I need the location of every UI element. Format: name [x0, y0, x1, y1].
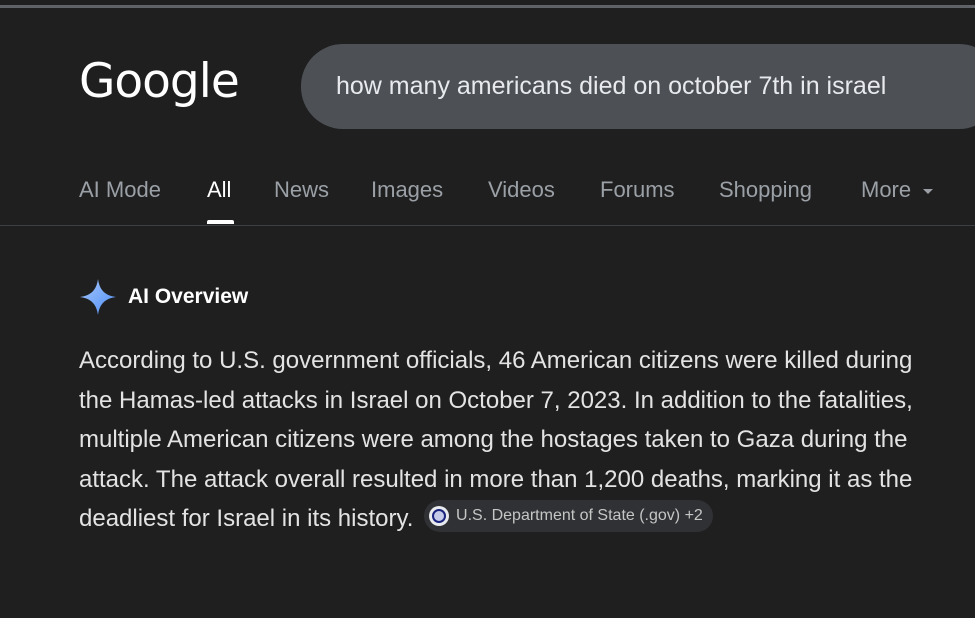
active-tab-indicator [207, 220, 234, 224]
tab-forums[interactable]: Forums [600, 177, 675, 203]
top-divider [0, 5, 975, 8]
ai-overview-title: AI Overview [128, 285, 249, 308]
tab-videos[interactable]: Videos [488, 177, 555, 203]
state-department-seal-icon [429, 506, 450, 526]
google-logo[interactable]: Google [79, 54, 240, 109]
caret-down-icon [923, 188, 934, 194]
tab-ai-mode[interactable]: AI Mode [79, 177, 161, 203]
ai-overview-text: According to U.S. government officials, … [79, 341, 949, 539]
tab-more[interactable]: More [861, 177, 934, 203]
search-tabs: AI Mode All News Images Videos Forums Sh… [0, 160, 975, 226]
tab-news[interactable]: News [274, 177, 329, 203]
tab-images[interactable]: Images [371, 177, 443, 203]
source-chip-label: U.S. Department of State (.gov) +2 [456, 507, 703, 525]
source-chip[interactable]: U.S. Department of State (.gov) +2 [424, 500, 713, 532]
search-box[interactable]: how many americans died on october 7th i… [301, 44, 975, 129]
tab-all[interactable]: All [207, 177, 231, 203]
search-input[interactable]: how many americans died on october 7th i… [336, 72, 886, 101]
ai-overview-header: AI Overview [79, 278, 248, 316]
tab-more-label: More [861, 177, 912, 202]
sparkle-icon [80, 279, 116, 315]
tab-shopping[interactable]: Shopping [719, 177, 812, 203]
